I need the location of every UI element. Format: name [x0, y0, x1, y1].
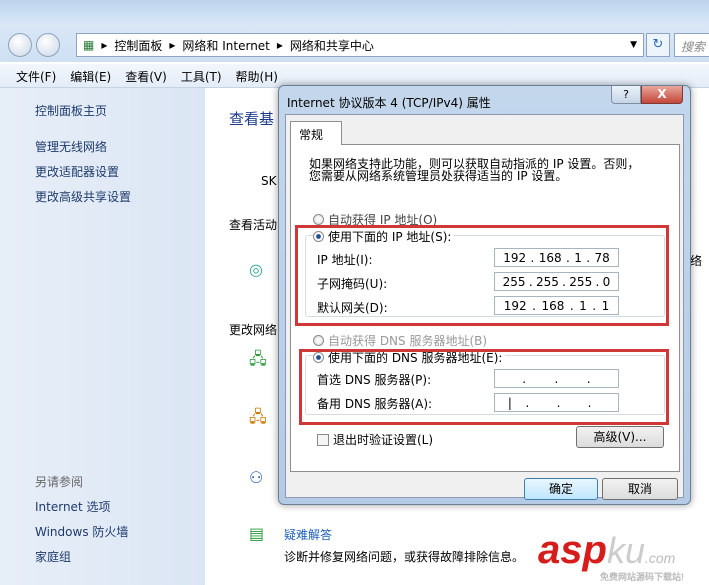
breadcrumb-item[interactable]: 网络和共享中心	[290, 37, 374, 54]
dialog-title: Internet 协议版本 4 (TCP/IPv4) 属性	[287, 96, 491, 110]
chevron-icon: ▸	[276, 38, 283, 52]
sidebar-link[interactable]: Internet 选项	[35, 498, 110, 515]
advanced-button[interactable]: 高级(V)...	[576, 426, 664, 448]
cancel-button[interactable]: 取消	[602, 478, 678, 500]
sidebar-link[interactable]: 家庭组	[35, 548, 71, 565]
menu-edit[interactable]: 编辑(E)	[70, 68, 111, 87]
troubleshoot-link[interactable]: 疑难解答	[284, 526, 332, 543]
page-heading: 查看基	[229, 110, 275, 128]
connect-network-icon: 🖧	[249, 407, 267, 426]
network-name: SK	[261, 174, 277, 188]
chevron-icon: ▸	[169, 38, 176, 52]
sidebar: 控制面板主页 管理无线网络 更改适配器设置 更改高级共享设置 另请参阅 Inte…	[0, 88, 205, 585]
description-line: 您需要从网络系统管理员处获得适当的 IP 设置。	[309, 169, 568, 183]
sidebar-link[interactable]: 更改适配器设置	[35, 163, 119, 180]
sidebar-home-link[interactable]: 控制面板主页	[35, 102, 107, 119]
control-panel-icon: ▦	[83, 38, 95, 52]
back-button[interactable]	[8, 33, 32, 57]
refresh-icon[interactable]: ↻	[646, 33, 670, 57]
right-fragment: 络	[690, 254, 703, 268]
close-button[interactable]: X	[641, 86, 683, 104]
highlight-ip-box	[295, 225, 669, 326]
dropdown-icon[interactable]: ▼	[630, 40, 637, 50]
validate-checkbox[interactable]: 退出时验证设置(L)	[317, 431, 433, 448]
menu-tools[interactable]: 工具(T)	[181, 68, 222, 87]
highlight-dns-box	[299, 349, 669, 425]
network-status-icon: ◎	[249, 260, 263, 279]
forward-button[interactable]	[36, 33, 60, 57]
watermark-slogan: 免费网站源码下载站!	[600, 572, 684, 582]
troubleshoot-icon: ▤	[249, 524, 265, 543]
address-bar[interactable]: ▦ ▸ 控制面板 ▸ 网络和 Internet ▸ 网络和共享中心 ▼	[76, 33, 644, 57]
menu-help[interactable]: 帮助(H)	[236, 68, 278, 87]
sidebar-link[interactable]: 管理无线网络	[35, 138, 107, 155]
sidebar-link[interactable]: Windows 防火墙	[35, 523, 128, 540]
troubleshoot-desc: 诊断并修复网络问题，或获得故障排除信息。	[284, 550, 525, 564]
see-also-title: 另请参阅	[35, 475, 84, 489]
new-connection-icon: 🖧	[249, 349, 267, 368]
search-input[interactable]: 搜索	[674, 33, 709, 57]
menu-file[interactable]: 文件(F)	[16, 68, 56, 87]
homegroup-icon: ⚇	[249, 468, 264, 487]
active-networks-label: 查看活动	[229, 218, 278, 232]
change-network-label: 更改网络	[229, 323, 278, 337]
sidebar-link[interactable]: 更改高级共享设置	[35, 188, 131, 205]
aspku-watermark-logo: aspku.com 免费网站源码下载站!	[538, 528, 684, 582]
chevron-icon: ▸	[101, 38, 108, 52]
tab-general[interactable]: 常规	[290, 121, 342, 145]
breadcrumb-item[interactable]: 控制面板	[114, 37, 162, 54]
help-button[interactable]: ?	[611, 86, 641, 104]
auto-dns-radio[interactable]: 自动获得 DNS 服务器地址(B)	[313, 332, 487, 349]
menu-view[interactable]: 查看(V)	[125, 68, 167, 87]
breadcrumb-item[interactable]: 网络和 Internet	[182, 37, 269, 54]
ok-button[interactable]: 确定	[524, 478, 598, 500]
